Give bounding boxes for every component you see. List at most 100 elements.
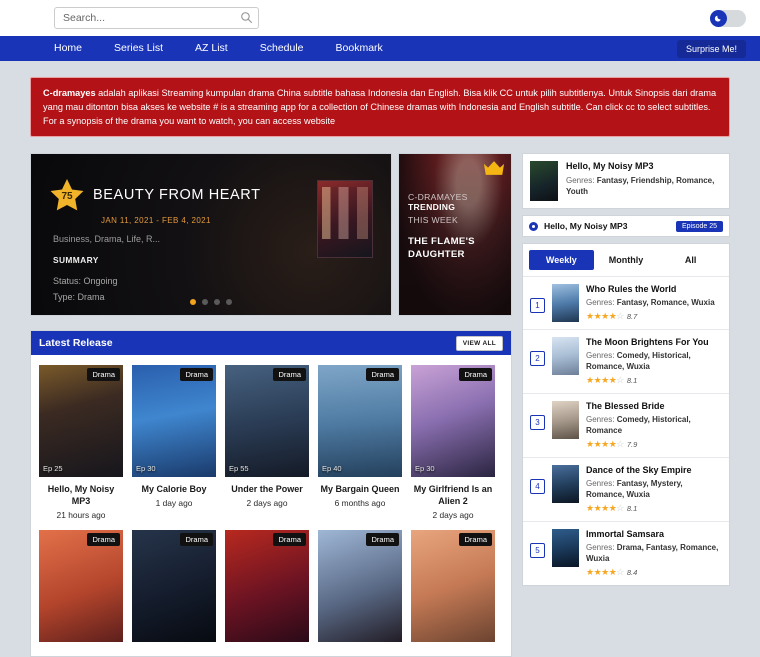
hero-pagination-dots xyxy=(31,299,391,305)
ranking-genres-label: Genres: xyxy=(586,543,617,552)
sidebar-column: Hello, My Noisy MP3 Genres: Fantasy, Fri… xyxy=(522,153,730,657)
release-card-thumbnail[interactable]: Drama Ep 40 xyxy=(318,365,402,477)
ranking-rating-value: 8.7 xyxy=(626,312,638,321)
release-card-thumbnail[interactable]: Drama xyxy=(318,530,402,642)
release-card-thumbnail[interactable]: Drama Ep 25 xyxy=(39,365,123,477)
release-card-thumbnail[interactable]: Drama Ep 30 xyxy=(411,365,495,477)
surprise-me-button[interactable]: Surprise Me! xyxy=(676,39,746,58)
trending-text: C-DRAMAYES TRENDING THIS WEEK THE FLAME'… xyxy=(399,154,511,261)
star-rating-icon: ★★★★☆ xyxy=(586,439,624,449)
ranking-item[interactable]: 3 The Blessed Bride Genres: Comedy, Histor… xyxy=(523,393,729,457)
release-card-title: Hello, My Noisy MP3 xyxy=(47,484,115,506)
hero-dot-2[interactable] xyxy=(202,299,208,305)
release-card[interactable]: Drama Ep 55 Under the Power 2 days ago xyxy=(225,365,309,520)
release-card-thumbnail[interactable]: Drama Ep 55 xyxy=(225,365,309,477)
ranking-position: 5 xyxy=(530,543,545,558)
ranking-genres: Genres: Comedy, Historical, Romance, Wux… xyxy=(586,350,722,372)
latest-release-panel: Latest Release VIEW ALL Drama Ep 25 Hello,… xyxy=(30,330,512,657)
dark-mode-toggle[interactable] xyxy=(710,9,746,27)
hero-title: BEAUTY FROM HEART xyxy=(93,187,261,203)
release-card-grid: Drama Ep 25 Hello, My Noisy MP3 21 hours ag… xyxy=(31,355,511,656)
release-card-time: 2 days ago xyxy=(246,498,288,508)
view-all-button[interactable]: VIEW ALL xyxy=(455,335,503,351)
release-card-title: My Bargain Queen xyxy=(320,484,400,494)
ranking-item[interactable]: 4 Dance of the Sky Empire Genres: Fantasy,… xyxy=(523,457,729,521)
topbar-right xyxy=(710,9,746,27)
release-card-episode-badge: Ep 30 xyxy=(136,464,156,473)
release-card[interactable]: Drama xyxy=(132,530,216,648)
featured-poster xyxy=(530,161,558,201)
release-card[interactable]: Drama Ep 30 My Calorie Boy 1 day ago xyxy=(132,365,216,520)
ranking-genres-value: Fantasy, Romance, Wuxia xyxy=(616,298,715,307)
nav-item-home[interactable]: Home xyxy=(38,36,98,61)
featured-series-card[interactable]: Hello, My Noisy MP3 Genres: Fantasy, Fri… xyxy=(522,153,730,209)
hero-dot-4[interactable] xyxy=(226,299,232,305)
latest-episode-row[interactable]: Hello, My Noisy MP3 Episode 25 xyxy=(522,215,730,237)
ranking-genres-label: Genres: xyxy=(586,351,617,360)
release-card[interactable]: Drama xyxy=(225,530,309,648)
ranking-info: Dance of the Sky Empire Genres: Fantasy, … xyxy=(586,465,722,514)
hero-airing-dates: JAN 11, 2021 - FEB 4, 2021 xyxy=(101,216,211,225)
release-card-type-badge: Drama xyxy=(459,368,492,381)
nav-item-az-list[interactable]: AZ List xyxy=(179,36,244,61)
ranking-genres-label: Genres: xyxy=(586,298,617,307)
ranking-item[interactable]: 2 The Moon Brightens For You Genres: Comed… xyxy=(523,329,729,393)
release-card-type-badge: Drama xyxy=(87,533,120,546)
hero-dot-1[interactable] xyxy=(190,299,196,305)
release-card-type-badge: Drama xyxy=(87,368,120,381)
release-card-title: Under the Power xyxy=(231,484,303,494)
nav-item-bookmark[interactable]: Bookmark xyxy=(320,36,399,61)
ranking-info: The Moon Brightens For You Genres: Comedy… xyxy=(586,337,722,386)
release-card-type-badge: Drama xyxy=(180,368,213,381)
tab-all[interactable]: All xyxy=(658,250,723,270)
ranking-item[interactable]: 5 Immortal Samsara Genres: Drama, Fantasy,… xyxy=(523,521,729,585)
ranking-genres: Genres: Drama, Fantasy, Romance, Wuxia xyxy=(586,542,722,564)
release-card-episode-badge: Ep 25 xyxy=(43,464,63,473)
ranking-poster xyxy=(552,284,579,322)
search-input[interactable] xyxy=(54,7,259,29)
search-icon[interactable] xyxy=(240,11,253,24)
release-card[interactable]: Drama Ep 25 Hello, My Noisy MP3 21 hours ag… xyxy=(39,365,123,520)
featured-genres-label: Genres: xyxy=(566,176,597,185)
release-card-thumbnail[interactable]: Drama xyxy=(132,530,216,642)
page-content: C-dramayes adalah aplikasi Streaming kum… xyxy=(0,61,760,657)
main-column: 75 BEAUTY FROM HEART JAN 11, 2021 - FEB … xyxy=(30,153,512,657)
release-card-episode-badge: Ep 55 xyxy=(229,464,249,473)
release-card-thumbnail[interactable]: Drama xyxy=(411,530,495,642)
ranking-list: 1 Who Rules the World Genres: Fantasy, Rom… xyxy=(523,276,729,585)
release-card[interactable]: Drama xyxy=(39,530,123,648)
release-card-title: My Girlfriend Is an Alien 2 xyxy=(413,484,493,506)
ranking-panel: Weekly Monthly All 1 Who Rules the World G… xyxy=(522,243,730,586)
ranking-item[interactable]: 1 Who Rules the World Genres: Fantasy, Rom… xyxy=(523,276,729,329)
ranking-poster xyxy=(552,465,579,503)
release-card-episode-badge: Ep 30 xyxy=(415,464,435,473)
ranking-rating: ★★★★☆ 7.9 xyxy=(586,439,722,450)
release-card-thumbnail[interactable]: Drama Ep 30 xyxy=(132,365,216,477)
moon-icon xyxy=(710,9,727,27)
release-card-title: My Calorie Boy xyxy=(141,484,207,494)
release-card-thumbnail[interactable]: Drama xyxy=(39,530,123,642)
ranking-rating: ★★★★☆ 8.4 xyxy=(586,567,722,578)
release-card[interactable]: Drama Ep 30 My Girlfriend Is an Alien 2 2 d… xyxy=(411,365,495,520)
release-card[interactable]: Drama xyxy=(318,530,402,648)
nav-item-series-list[interactable]: Series List xyxy=(98,36,179,61)
tab-weekly[interactable]: Weekly xyxy=(529,250,594,270)
hero-genres: Business, Drama, Life, R... xyxy=(53,234,161,244)
release-card[interactable]: Drama Ep 40 My Bargain Queen 6 months ago xyxy=(318,365,402,520)
nav-item-schedule[interactable]: Schedule xyxy=(244,36,320,61)
hero-slider[interactable]: 75 BEAUTY FROM HEART JAN 11, 2021 - FEB … xyxy=(30,153,392,316)
trending-card[interactable]: C-DRAMAYES TRENDING THIS WEEK THE FLAME'… xyxy=(398,153,512,316)
hero-row: 75 BEAUTY FROM HEART JAN 11, 2021 - FEB … xyxy=(30,153,512,316)
ranking-title: Who Rules the World xyxy=(586,284,677,294)
tab-monthly[interactable]: Monthly xyxy=(594,250,659,270)
trending-line-2: THIS WEEK xyxy=(408,215,458,225)
release-card[interactable]: Drama xyxy=(411,530,495,648)
release-card-episode-badge: Ep 40 xyxy=(322,464,342,473)
ranking-title: The Moon Brightens For You xyxy=(586,337,709,347)
search-box[interactable] xyxy=(54,7,259,29)
latest-episode-badge[interactable]: Episode 25 xyxy=(675,220,723,232)
hero-dot-3[interactable] xyxy=(214,299,220,305)
featured-info: Hello, My Noisy MP3 Genres: Fantasy, Fri… xyxy=(566,161,722,201)
ranking-poster xyxy=(552,529,579,567)
release-card-thumbnail[interactable]: Drama xyxy=(225,530,309,642)
